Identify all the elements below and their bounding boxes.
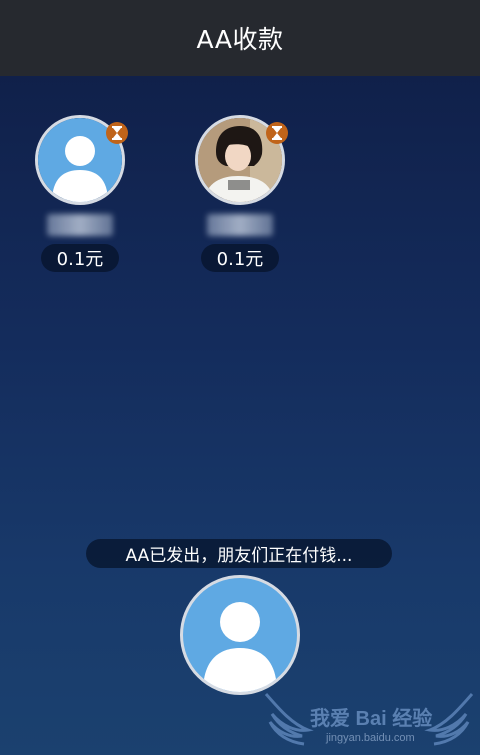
member-card[interactable]: 0.1元 [33, 115, 128, 272]
member-name-blurred [47, 214, 113, 236]
hourglass-icon [106, 122, 128, 144]
avatar[interactable] [35, 115, 128, 205]
watermark-url: jingyan.baidu.com [326, 732, 415, 744]
hourglass-icon [266, 122, 288, 144]
member-name-blurred [207, 214, 273, 236]
amount-badge: 0.1元 [201, 244, 279, 272]
amount-badge: 0.1元 [41, 244, 119, 272]
baidu-jingyan-watermark: 我爱 Bai 经验 jingyan.baidu.com [262, 688, 476, 752]
default-person-avatar-icon [203, 602, 277, 692]
status-message: AA已发出，朋友们正在付钱... [86, 539, 392, 568]
avatar[interactable] [195, 115, 288, 205]
header-bar: AA收款 [0, 0, 480, 76]
member-card[interactable]: 0.1元 [193, 115, 288, 272]
page-title: AA收款 [196, 25, 284, 54]
aa-collection-screen: AA收款 0.1元 0.1元 AA已发出，朋友们正在付钱... 我爱 Bai 经… [0, 0, 480, 755]
watermark-text: 我爱 Bai 经验 [310, 708, 433, 730]
my-avatar[interactable] [180, 575, 300, 695]
